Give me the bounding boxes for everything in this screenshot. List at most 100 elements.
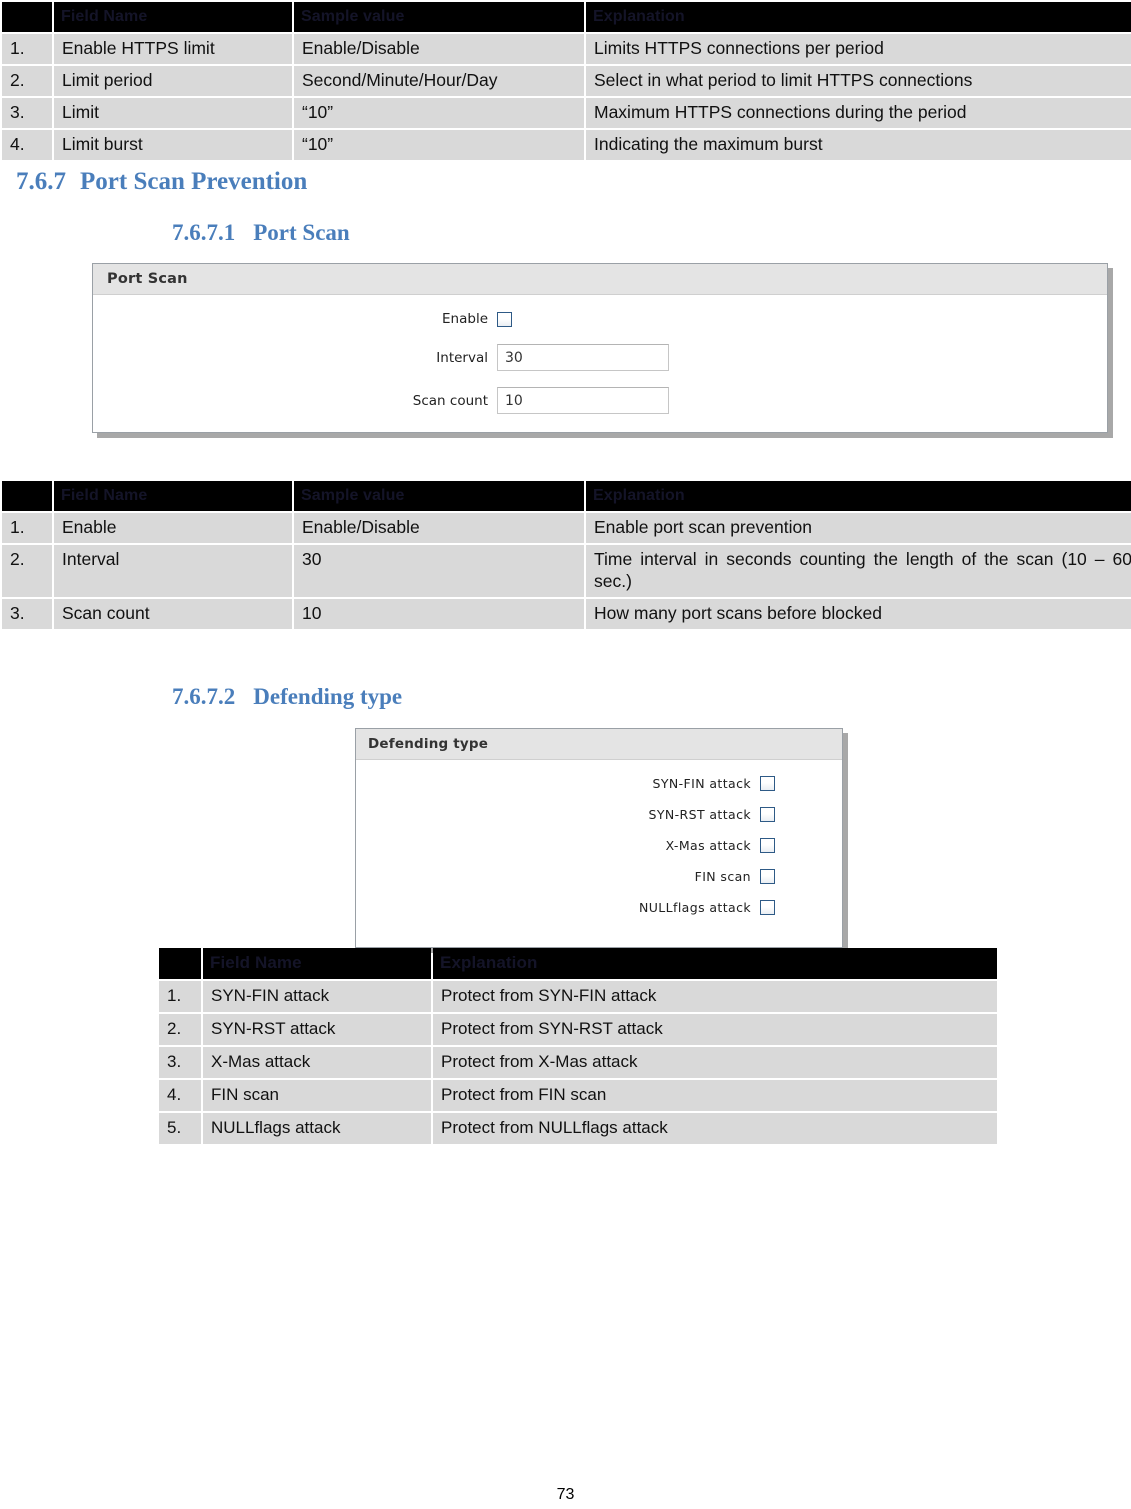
heading-defending-type: 7.6.7.2 Defending type — [172, 684, 402, 710]
row-explanation: Protect from X-Mas attack — [433, 1047, 997, 1078]
table-header-row: Field Name Sample value Explanation — [2, 481, 1131, 511]
row-field-name: SYN-FIN attack — [203, 981, 431, 1012]
syn-rst-attack-label: SYN-RST attack — [648, 807, 751, 822]
row-field-name: NULLflags attack — [203, 1113, 431, 1144]
fin-scan-label: FIN scan — [694, 869, 751, 884]
syn-fin-attack-row: SYN-FIN attack — [356, 776, 842, 791]
heading-title: Port Scan Prevention — [80, 168, 308, 195]
row-explanation: Maximum HTTPS connections during the per… — [586, 98, 1131, 128]
row-index: 2. — [2, 66, 52, 96]
row-field-name: Limit — [54, 98, 292, 128]
https-limit-spec-table: Field Name Sample value Explanation 1. E… — [0, 0, 1131, 162]
heading-title: Port Scan — [253, 220, 350, 245]
table-row: 3. Limit “10” Maximum HTTPS connections … — [2, 98, 1131, 128]
x-mas-attack-checkbox[interactable] — [760, 838, 775, 853]
column-header-field-name: Field Name — [54, 481, 292, 511]
row-sample-value: Second/Minute/Hour/Day — [294, 66, 584, 96]
table-header-row: Field Name Explanation — [159, 948, 997, 979]
column-header-index — [2, 481, 52, 511]
interval-input[interactable] — [497, 344, 669, 371]
row-index: 2. — [159, 1014, 201, 1045]
syn-fin-attack-checkbox[interactable] — [760, 776, 775, 791]
scan-count-label: Scan count — [412, 392, 488, 409]
heading-port-scan-prevention: 7.6.7 Port Scan Prevention — [16, 168, 307, 196]
row-explanation: Protect from FIN scan — [433, 1080, 997, 1111]
port-scan-spec-table: Field Name Sample value Explanation 1. E… — [0, 479, 1131, 631]
row-explanation: Indicating the maximum burst — [586, 130, 1131, 160]
column-header-field-name: Field Name — [54, 2, 292, 32]
row-explanation: Protect from NULLflags attack — [433, 1113, 997, 1144]
panel-title: Defending type — [356, 729, 842, 760]
row-index: 2. — [2, 545, 52, 597]
row-sample-value: 10 — [294, 598, 584, 629]
row-index: 4. — [159, 1080, 201, 1111]
panel-body: Enable Interval Scan count — [93, 295, 1107, 432]
table-row: 5. NULLflags attack Protect from NULLfla… — [159, 1113, 997, 1144]
panel-title: Port Scan — [93, 264, 1107, 295]
table-row: 2. SYN-RST attack Protect from SYN-RST a… — [159, 1014, 997, 1045]
enable-checkbox[interactable] — [497, 311, 512, 327]
syn-fin-attack-label: SYN-FIN attack — [652, 776, 751, 791]
table-row: 1. Enable Enable/Disable Enable port sca… — [2, 513, 1131, 543]
row-field-name: SYN-RST attack — [203, 1014, 431, 1045]
table-header-row: Field Name Sample value Explanation — [2, 2, 1131, 32]
table-row: 4. FIN scan Protect from FIN scan — [159, 1080, 997, 1111]
row-field-name: Limit period — [54, 66, 292, 96]
row-index: 1. — [159, 981, 201, 1012]
table-row: 1. Enable HTTPS limit Enable/Disable Lim… — [2, 34, 1131, 64]
row-field-name: Interval — [54, 545, 292, 597]
scan-count-input[interactable] — [497, 387, 669, 414]
column-header-explanation: Explanation — [586, 481, 1131, 511]
defending-type-panel: Defending type SYN-FIN attack SYN-RST at… — [355, 728, 843, 948]
column-header-sample-value: Sample value — [294, 481, 584, 511]
table-row: 3. X-Mas attack Protect from X-Mas attac… — [159, 1047, 997, 1078]
fin-scan-checkbox[interactable] — [760, 869, 775, 884]
row-explanation: How many port scans before blocked — [586, 598, 1131, 629]
row-index: 3. — [159, 1047, 201, 1078]
row-index: 1. — [2, 34, 52, 64]
row-explanation: Time interval in seconds counting the le… — [586, 545, 1131, 597]
column-header-index — [159, 948, 201, 979]
row-explanation: Enable port scan prevention — [586, 513, 1131, 543]
interval-row: Interval — [93, 344, 1107, 371]
table-row: 3. Scan count 10 How many port scans bef… — [2, 598, 1131, 629]
nullflags-attack-checkbox[interactable] — [760, 900, 775, 915]
row-index: 3. — [2, 598, 52, 629]
enable-label: Enable — [442, 311, 488, 327]
row-explanation: Protect from SYN-RST attack — [433, 1014, 997, 1045]
interval-label: Interval — [436, 349, 488, 366]
column-header-explanation: Explanation — [433, 948, 997, 979]
row-explanation: Protect from SYN-FIN attack — [433, 981, 997, 1012]
row-sample-value: 30 — [294, 545, 584, 597]
row-sample-value: “10” — [294, 130, 584, 160]
column-header-index — [2, 2, 52, 32]
table-row: 4. Limit burst “10” Indicating the maxim… — [2, 130, 1131, 160]
row-explanation: Limits HTTPS connections per period — [586, 34, 1131, 64]
row-explanation: Select in what period to limit HTTPS con… — [586, 66, 1131, 96]
fin-scan-row: FIN scan — [356, 869, 842, 884]
enable-row: Enable — [93, 311, 1107, 327]
row-index: 3. — [2, 98, 52, 128]
syn-rst-attack-row: SYN-RST attack — [356, 807, 842, 822]
port-scan-panel: Port Scan Enable Interval Scan count — [92, 263, 1108, 433]
heading-title: Defending type — [253, 684, 403, 709]
column-header-field-name: Field Name — [203, 948, 431, 979]
table-row: 2. Limit period Second/Minute/Hour/Day S… — [2, 66, 1131, 96]
heading-number: 7.6.7 — [16, 168, 66, 195]
syn-rst-attack-checkbox[interactable] — [760, 807, 775, 822]
heading-number: 7.6.7.1 — [172, 220, 236, 245]
row-sample-value: “10” — [294, 98, 584, 128]
row-field-name: X-Mas attack — [203, 1047, 431, 1078]
page-number: 73 — [556, 1486, 575, 1503]
scan-count-row: Scan count — [93, 387, 1107, 414]
panel-body: SYN-FIN attack SYN-RST attack X-Mas atta… — [356, 760, 842, 947]
x-mas-attack-row: X-Mas attack — [356, 838, 842, 853]
column-header-sample-value: Sample value — [294, 2, 584, 32]
x-mas-attack-label: X-Mas attack — [665, 838, 751, 853]
nullflags-attack-row: NULLflags attack — [356, 900, 842, 915]
row-sample-value: Enable/Disable — [294, 513, 584, 543]
row-index: 4. — [2, 130, 52, 160]
defending-type-spec-table: Field Name Explanation 1. SYN-FIN attack… — [157, 946, 999, 1146]
row-field-name: Limit burst — [54, 130, 292, 160]
nullflags-attack-label: NULLflags attack — [638, 900, 751, 915]
